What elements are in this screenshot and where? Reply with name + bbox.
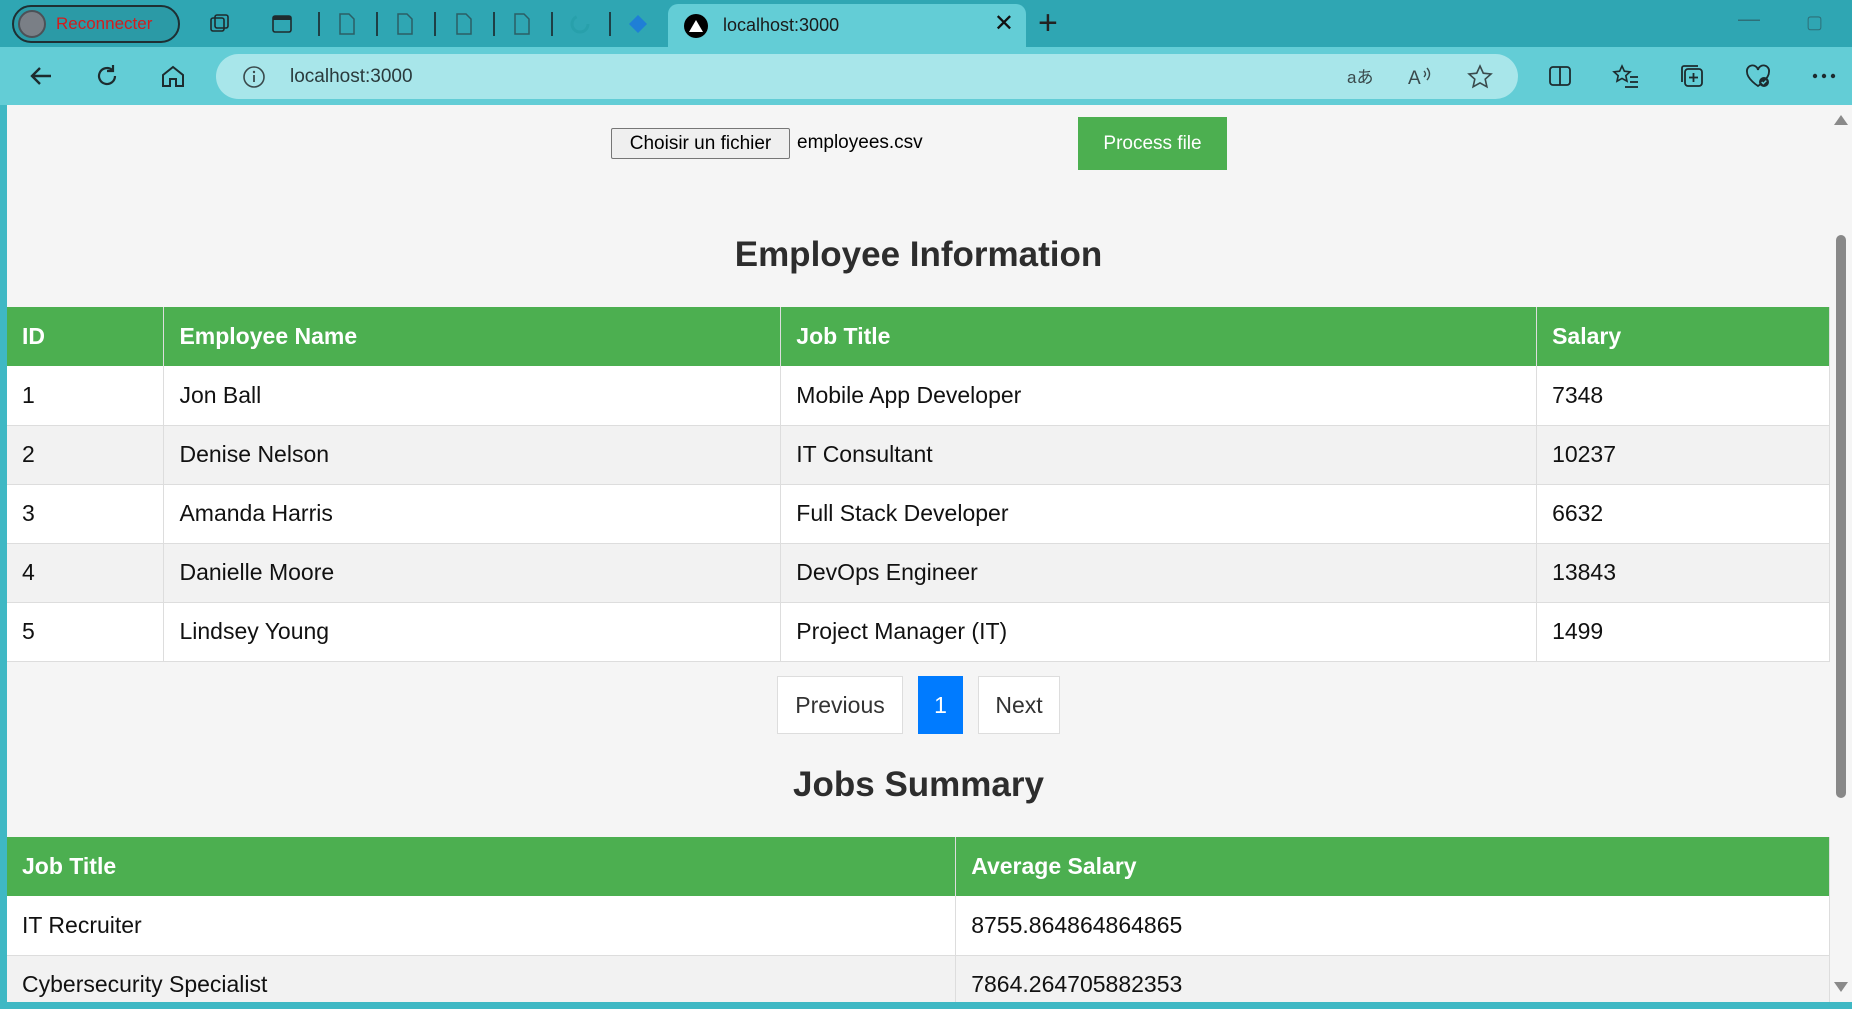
- cell-salary: 6632: [1536, 484, 1830, 544]
- reconnect-button[interactable]: Reconnecter: [12, 5, 180, 43]
- table-row: 4 Danielle Moore DevOps Engineer 13843: [7, 543, 1830, 603]
- tab-separator: [493, 12, 495, 36]
- cell-job-title: Mobile App Developer: [780, 366, 1538, 426]
- cell-job-title: DevOps Engineer: [780, 543, 1538, 603]
- more-icon[interactable]: [1807, 59, 1841, 93]
- reconnect-label: Reconnecter: [56, 14, 153, 33]
- cell-employee-name: Jon Ball: [163, 366, 782, 426]
- tab-page-icon[interactable]: [449, 9, 479, 39]
- table-row: 1 Jon Ball Mobile App Developer 7348: [7, 366, 1830, 426]
- scroll-down-arrow-icon[interactable]: [1834, 982, 1848, 992]
- tab-separator: [551, 12, 553, 36]
- cell-job-title: IT Recruiter: [7, 896, 957, 956]
- employee-table-header: ID Employee Name Job Title Salary: [7, 307, 1830, 366]
- home-icon[interactable]: [156, 59, 190, 93]
- scrollbar-thumb[interactable]: [1836, 235, 1846, 798]
- cell-id: 2: [7, 425, 165, 485]
- jobs-table-header: Job Title Average Salary: [7, 837, 1830, 896]
- column-header-job-title: Job Title: [7, 837, 957, 896]
- cell-salary: 1499: [1536, 602, 1830, 662]
- triangle-favicon-icon: [684, 14, 708, 38]
- table-row: 3 Amanda Harris Full Stack Developer 663…: [7, 484, 1830, 544]
- svg-text:aあ: aあ: [1347, 68, 1373, 87]
- page-1-button[interactable]: 1: [918, 676, 963, 734]
- table-row: 2 Denise Nelson IT Consultant 10237: [7, 425, 1830, 485]
- profile-avatar-icon: [18, 10, 46, 38]
- column-header-employee-name: Employee Name: [163, 307, 782, 366]
- cell-salary: 10237: [1536, 425, 1830, 485]
- employee-table: ID Employee Name Job Title Salary 1 Jon …: [7, 307, 1830, 662]
- diamond-tab-icon[interactable]: [623, 9, 653, 39]
- info-icon[interactable]: [242, 65, 266, 94]
- tab-strip: Reconnecter localhost:3000 ✕ + — ▢: [0, 0, 1852, 47]
- health-icon[interactable]: [1741, 59, 1775, 93]
- cell-id: 1: [7, 366, 165, 426]
- maximize-icon[interactable]: ▢: [1806, 12, 1823, 33]
- choose-file-button[interactable]: Choisir un fichier: [611, 128, 790, 159]
- table-row: Cybersecurity Specialist 7864.2647058823…: [7, 955, 1830, 1002]
- back-icon[interactable]: [24, 59, 58, 93]
- minimize-icon[interactable]: —: [1738, 6, 1760, 32]
- translate-icon[interactable]: aあ: [1346, 63, 1374, 91]
- jobs-summary-table: Job Title Average Salary IT Recruiter 87…: [7, 837, 1830, 1002]
- scroll-up-arrow-icon[interactable]: [1834, 115, 1848, 125]
- cell-job-title: Cybersecurity Specialist: [7, 955, 957, 1002]
- split-screen-icon[interactable]: [1543, 59, 1577, 93]
- cell-average-salary: 7864.264705882353: [955, 955, 1830, 1002]
- address-bar[interactable]: localhost:3000 aあ A: [216, 54, 1518, 99]
- process-file-button[interactable]: Process file: [1078, 117, 1227, 170]
- column-header-job-title: Job Title: [780, 307, 1538, 366]
- refresh-icon[interactable]: [90, 59, 124, 93]
- cell-employee-name: Lindsey Young: [163, 602, 782, 662]
- selected-file-name: employees.csv: [797, 132, 923, 153]
- new-tab-icon[interactable]: +: [1038, 6, 1058, 40]
- employee-information-heading: Employee Information: [734, 235, 1103, 274]
- cell-average-salary: 8755.864864864865: [955, 896, 1830, 956]
- tab-title: localhost:3000: [723, 15, 840, 35]
- tab-separator: [318, 12, 320, 36]
- loading-tab-icon[interactable]: [565, 9, 595, 39]
- cell-salary: 7348: [1536, 366, 1830, 426]
- column-header-average-salary: Average Salary: [955, 837, 1830, 896]
- read-aloud-icon[interactable]: A: [1406, 63, 1434, 91]
- cell-employee-name: Danielle Moore: [163, 543, 782, 603]
- navigation-bar: localhost:3000 aあ A: [0, 47, 1852, 105]
- workspaces-icon[interactable]: [205, 9, 235, 39]
- page-viewport: Choisir un fichier employees.csv Process…: [7, 105, 1830, 1002]
- collections-icon[interactable]: [1675, 59, 1709, 93]
- cell-employee-name: Denise Nelson: [163, 425, 782, 485]
- cell-employee-name: Amanda Harris: [163, 484, 782, 544]
- svg-text:A: A: [1408, 68, 1421, 89]
- tab-page-icon[interactable]: [507, 9, 537, 39]
- favorite-star-icon[interactable]: [1466, 63, 1494, 91]
- vertical-scrollbar[interactable]: [1830, 105, 1852, 1002]
- cell-id: 5: [7, 602, 165, 662]
- tab-localhost[interactable]: localhost:3000 ✕: [668, 4, 1026, 47]
- column-header-id: ID: [7, 307, 165, 366]
- cell-job-title: Full Stack Developer: [780, 484, 1538, 544]
- tab-page-icon[interactable]: [332, 9, 362, 39]
- close-tab-icon[interactable]: ✕: [994, 12, 1014, 36]
- tab-separator: [434, 12, 436, 36]
- cell-id: 4: [7, 543, 165, 603]
- table-row: 5 Lindsey Young Project Manager (IT) 149…: [7, 602, 1830, 662]
- jobs-summary-heading: Jobs Summary: [793, 765, 1044, 804]
- favorites-icon[interactable]: [1609, 59, 1643, 93]
- pagination: Previous 1 Next: [7, 676, 1830, 734]
- tab-page-icon[interactable]: [390, 9, 420, 39]
- tab-actions-icon[interactable]: [267, 9, 297, 39]
- previous-page-button[interactable]: Previous: [777, 676, 903, 734]
- cell-salary: 13843: [1536, 543, 1830, 603]
- next-page-button[interactable]: Next: [978, 676, 1060, 734]
- column-header-salary: Salary: [1536, 307, 1830, 366]
- tab-separator: [609, 12, 611, 36]
- cell-job-title: IT Consultant: [780, 425, 1538, 485]
- tab-separator: [376, 12, 378, 36]
- url-text: localhost:3000: [290, 66, 413, 87]
- table-row: IT Recruiter 8755.864864864865: [7, 896, 1830, 956]
- cell-job-title: Project Manager (IT): [780, 602, 1538, 662]
- cell-id: 3: [7, 484, 165, 544]
